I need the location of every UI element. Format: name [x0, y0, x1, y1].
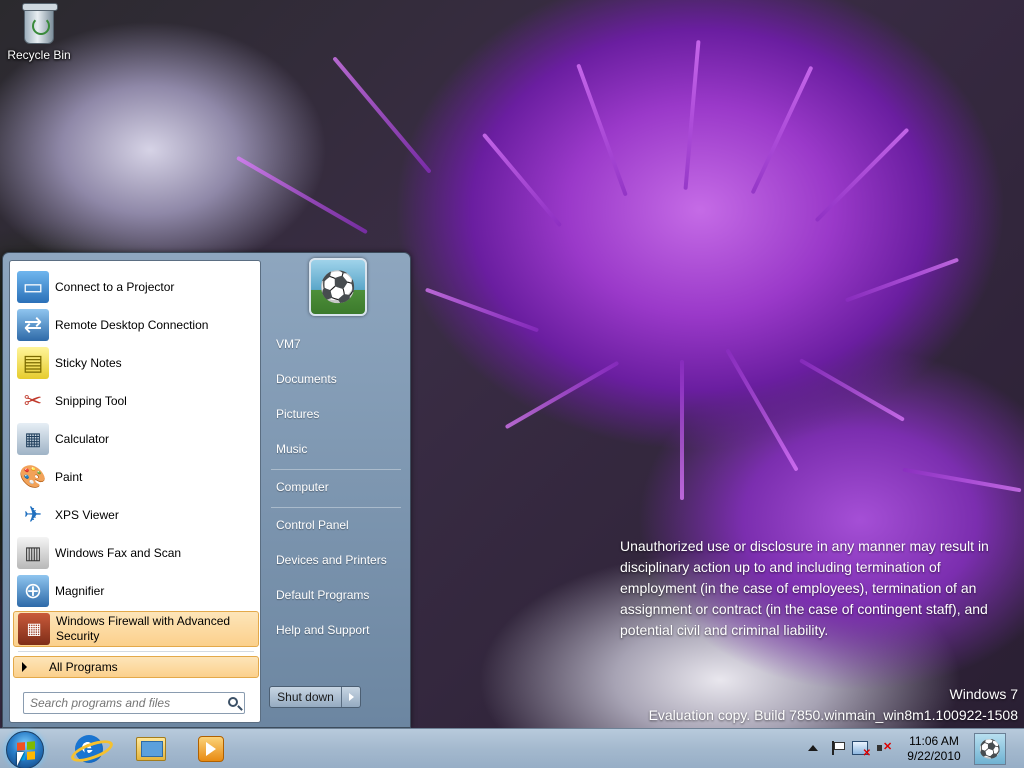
- media-player-icon: [198, 736, 224, 762]
- program-calculator[interactable]: ▦ Calculator: [13, 421, 259, 457]
- wallpaper-strand: [504, 360, 620, 430]
- show-desktop-user-tile[interactable]: ⚽: [974, 733, 1006, 765]
- xps-viewer-icon: ✈: [23, 502, 43, 527]
- user-account-picture[interactable]: ⚽: [309, 258, 367, 316]
- program-sticky-notes[interactable]: ▤ Sticky Notes: [13, 345, 259, 381]
- program-label: Snipping Tool: [55, 393, 127, 408]
- taskbar: e 11:06 AM 9/22/2010 ⚽: [0, 728, 1024, 768]
- wallpaper-strand: [750, 65, 814, 195]
- program-paint[interactable]: 🎨 Paint: [13, 459, 259, 495]
- remote-desktop-icon: ⇄: [17, 309, 49, 341]
- start-menu-programs-pane: ▭ Connect to a Projector ⇄ Remote Deskto…: [9, 260, 261, 723]
- all-programs-button[interactable]: All Programs: [13, 656, 259, 678]
- start-link-pictures[interactable]: Pictures: [276, 401, 401, 427]
- program-label: Connect to a Projector: [55, 279, 175, 294]
- calculator-icon: ▦: [17, 423, 49, 455]
- legal-disclaimer: Unauthorized use or disclosure in any ma…: [620, 538, 989, 638]
- shutdown-button[interactable]: Shut down: [270, 687, 342, 707]
- sticky-notes-icon: ▤: [17, 347, 49, 379]
- recycle-bin-icon: [22, 3, 58, 44]
- program-label: Magnifier: [55, 583, 105, 598]
- internet-explorer-icon: e: [75, 735, 103, 763]
- program-windows-firewall[interactable]: ▦ Windows Firewall with Advanced Securit…: [13, 611, 259, 647]
- wallpaper-strand: [481, 132, 563, 228]
- wallpaper-strand: [680, 360, 684, 500]
- wallpaper-strand: [576, 63, 628, 197]
- action-center-flag-icon: [830, 741, 845, 755]
- clock-date: 9/22/2010: [907, 749, 961, 763]
- start-link-help-and-support[interactable]: Help and Support: [276, 617, 401, 643]
- programs-separator: [18, 651, 254, 652]
- magnifier-icon: ⊕: [17, 575, 49, 607]
- program-windows-fax-and-scan[interactable]: ▥ Windows Fax and Scan: [13, 535, 259, 571]
- network-disconnected-icon: [852, 741, 871, 759]
- show-hidden-icons-button[interactable]: [808, 738, 818, 758]
- program-label: Remote Desktop Connection: [55, 317, 209, 332]
- network-tray-icon[interactable]: [852, 738, 871, 759]
- action-center-tray-icon[interactable]: [830, 738, 845, 758]
- wallpaper-strand: [799, 358, 905, 422]
- scissors-icon: ✂: [23, 388, 43, 413]
- wallpaper-strand: [683, 40, 701, 190]
- program-snipping-tool[interactable]: ✂ Snipping Tool: [13, 383, 259, 419]
- start-link-devices-and-printers[interactable]: Devices and Printers: [276, 547, 401, 573]
- start-link-vm7[interactable]: VM7: [276, 331, 401, 357]
- right-pane-separator: [271, 469, 401, 470]
- firewall-icon: ▦: [18, 613, 50, 645]
- program-xps-viewer[interactable]: ✈ XPS Viewer: [13, 497, 259, 533]
- paint-palette-icon: 🎨: [19, 464, 47, 489]
- shutdown-control: Shut down: [269, 686, 361, 708]
- wallpaper-strand: [332, 56, 432, 174]
- search-input[interactable]: [30, 696, 210, 710]
- shutdown-options-button[interactable]: [342, 687, 360, 707]
- soccer-ball-icon: ⚽: [319, 270, 357, 304]
- recycle-bin-label: Recycle Bin: [7, 48, 71, 62]
- program-label: Calculator: [55, 431, 110, 446]
- search-icon[interactable]: [228, 697, 238, 707]
- wallpaper-strand: [814, 127, 910, 223]
- chevron-right-icon: [348, 693, 354, 701]
- program-magnifier[interactable]: ⊕ Magnifier: [13, 573, 259, 609]
- taskbar-windows-explorer[interactable]: [124, 732, 178, 766]
- mouse-cursor-icon: [17, 752, 24, 766]
- search-programs-box[interactable]: [23, 692, 245, 714]
- system-clock[interactable]: 11:06 AM 9/22/2010: [896, 734, 972, 764]
- folder-icon: [136, 737, 166, 761]
- wallpaper-strand: [902, 467, 1022, 493]
- wallpaper-strand: [844, 257, 960, 303]
- watermark-os-name: Windows 7: [949, 686, 1018, 702]
- volume-tray-icon[interactable]: [876, 738, 892, 758]
- volume-muted-icon: [876, 740, 892, 755]
- fax-icon: ▥: [17, 537, 49, 569]
- start-menu: ▭ Connect to a Projector ⇄ Remote Deskto…: [2, 252, 411, 728]
- program-remote-desktop-connection[interactable]: ⇄ Remote Desktop Connection: [13, 307, 259, 343]
- start-link-default-programs[interactable]: Default Programs: [276, 582, 401, 608]
- wallpaper-strand: [424, 287, 540, 333]
- all-programs-label: All Programs: [49, 660, 118, 674]
- right-pane-separator: [271, 507, 401, 508]
- program-label: Sticky Notes: [55, 355, 122, 370]
- wallpaper-strand: [236, 155, 368, 235]
- start-link-control-panel[interactable]: Control Panel: [276, 512, 401, 538]
- program-label: Windows Fax and Scan: [55, 545, 182, 560]
- taskbar-internet-explorer[interactable]: e: [62, 732, 116, 766]
- evaluation-watermark: Windows 7 Evaluation copy. Build 7850.wi…: [649, 684, 1018, 726]
- wallpaper-strand: [725, 348, 799, 472]
- desktop-icon-recycle-bin[interactable]: Recycle Bin: [6, 3, 72, 62]
- start-link-documents[interactable]: Documents: [276, 366, 401, 392]
- monitor-projector-icon: ▭: [17, 271, 49, 303]
- start-link-computer[interactable]: Computer: [276, 474, 401, 500]
- start-link-music[interactable]: Music: [276, 436, 401, 462]
- taskbar-media-player[interactable]: [184, 732, 238, 766]
- clock-time: 11:06 AM: [909, 734, 959, 748]
- soccer-ball-icon: ⚽: [978, 738, 1002, 759]
- program-label: XPS Viewer: [55, 507, 119, 522]
- start-button[interactable]: [6, 731, 44, 768]
- chevron-right-icon: [22, 662, 27, 672]
- program-label: Paint: [55, 469, 83, 484]
- chevron-up-icon: [808, 745, 818, 751]
- watermark-build-info: Evaluation copy. Build 7850.winmain_win8…: [648, 707, 1018, 723]
- program-label: Windows Firewall with Advanced Security: [56, 614, 231, 643]
- program-connect-to-projector[interactable]: ▭ Connect to a Projector: [13, 269, 259, 305]
